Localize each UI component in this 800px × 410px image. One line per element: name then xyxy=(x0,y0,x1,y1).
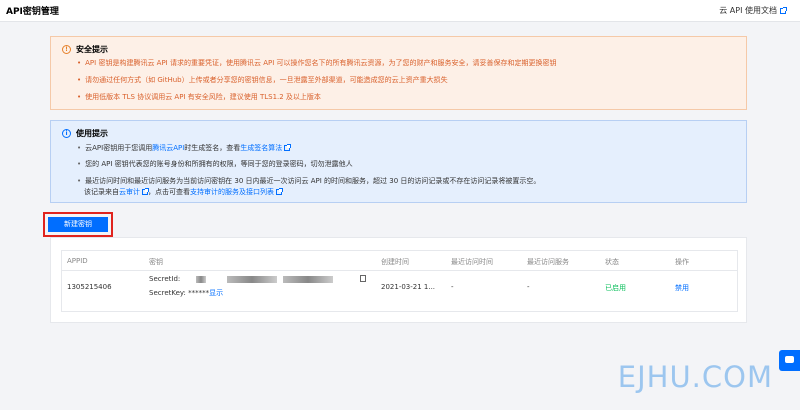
security-notice: ! 安全提示 • API 密钥是构建腾讯云 API 请求的重要凭证，使用腾讯云 A… xyxy=(50,36,747,110)
created-cell: 2021-03-21 1... xyxy=(381,283,436,291)
info-circle-icon: i xyxy=(62,129,71,138)
column-header-last-service: 最近访问服务 xyxy=(527,258,569,266)
create-key-highlight: 新建密钥 xyxy=(43,212,113,237)
tencent-cloud-api-link[interactable]: 腾讯云API xyxy=(152,144,184,152)
security-notice-item: • 使用低版本 TLS 协议调用云 API 有安全风险，建议使用 TLS1.2 及… xyxy=(77,93,321,101)
external-link-icon xyxy=(780,6,787,14)
api-doc-link[interactable]: 云 API 使用文档 xyxy=(719,5,787,16)
column-header-status: 状态 xyxy=(605,258,619,266)
column-header-last-access: 最近访问时间 xyxy=(451,258,493,266)
last-service-cell: - xyxy=(527,283,530,291)
column-header-appid: APPID xyxy=(67,257,88,265)
security-notice-item: • 请勿通过任何方式（如 GitHub）上传或者分享您的密钥信息，一旦泄露至外部渠… xyxy=(77,76,448,84)
security-notice-item: • API 密钥是构建腾讯云 API 请求的重要凭证，使用腾讯云 API 可以操作… xyxy=(77,59,557,67)
api-doc-link-label: 云 API 使用文档 xyxy=(719,6,777,15)
chat-support-button[interactable] xyxy=(779,350,800,371)
status-badge: 已启用 xyxy=(605,284,626,292)
cloud-audit-link[interactable]: 云审计 xyxy=(119,188,140,196)
last-access-cell: - xyxy=(451,283,454,291)
secret-key-mask: ****** xyxy=(188,289,210,297)
key-table-card: APPID 密钥 创建时间 最近访问时间 最近访问服务 状态 操作 130521… xyxy=(50,237,747,323)
page-title: API密钥管理 xyxy=(6,7,59,17)
usage-notice-item: • 云API密钥用于您调用腾讯云API时生成签名，查看生成签名算法 xyxy=(77,143,292,153)
usage-notice-item: • 最近访问时间和最近访问服务为当前访问密钥在 30 日内最近一次访问云 API … xyxy=(77,177,541,185)
disable-key-link[interactable]: 禁用 xyxy=(675,283,689,293)
key-table: APPID 密钥 创建时间 最近访问时间 最近访问服务 状态 操作 130521… xyxy=(61,250,738,312)
appid-cell: 1305215406 xyxy=(67,283,112,291)
warning-circle-icon: ! xyxy=(62,45,71,54)
create-key-button[interactable]: 新建密钥 xyxy=(48,217,108,232)
secret-key-line: SecretKey: ******显示 xyxy=(149,289,224,297)
external-link-icon xyxy=(142,188,149,195)
usage-notice-title: 使用提示 xyxy=(76,129,108,138)
usage-notice-item: • 您的 API 密钥代表您的账号身份和所拥有的权限，等同于您的登录密码，切勿泄露… xyxy=(77,160,353,168)
show-secret-link[interactable]: 显示 xyxy=(209,289,223,297)
external-link-icon xyxy=(276,188,283,195)
table-header: APPID 密钥 创建时间 最近访问时间 最近访问服务 状态 操作 xyxy=(62,251,737,271)
secret-id-line: SecretId: xyxy=(149,275,333,283)
column-header-key: 密钥 xyxy=(149,258,163,266)
column-header-action: 操作 xyxy=(675,258,689,266)
copy-icon[interactable] xyxy=(360,275,366,282)
top-bar: API密钥管理 云 API 使用文档 xyxy=(0,0,800,22)
chat-bubble-icon xyxy=(785,356,794,363)
usage-notice-item: 该记录来自云审计 ，点击可查看支持审计的服务及接口列表 xyxy=(84,187,283,197)
security-notice-title: 安全提示 xyxy=(76,45,108,54)
external-link-icon xyxy=(284,144,292,151)
signature-algorithm-link[interactable]: 生成签名算法 xyxy=(240,144,282,152)
usage-notice: i 使用提示 • 云API密钥用于您调用腾讯云API时生成签名，查看生成签名算法 … xyxy=(50,120,747,203)
audit-service-list-link[interactable]: 支持审计的服务及接口列表 xyxy=(190,188,274,196)
column-header-created: 创建时间 xyxy=(381,258,409,266)
watermark: EJHU.COM xyxy=(617,360,773,394)
